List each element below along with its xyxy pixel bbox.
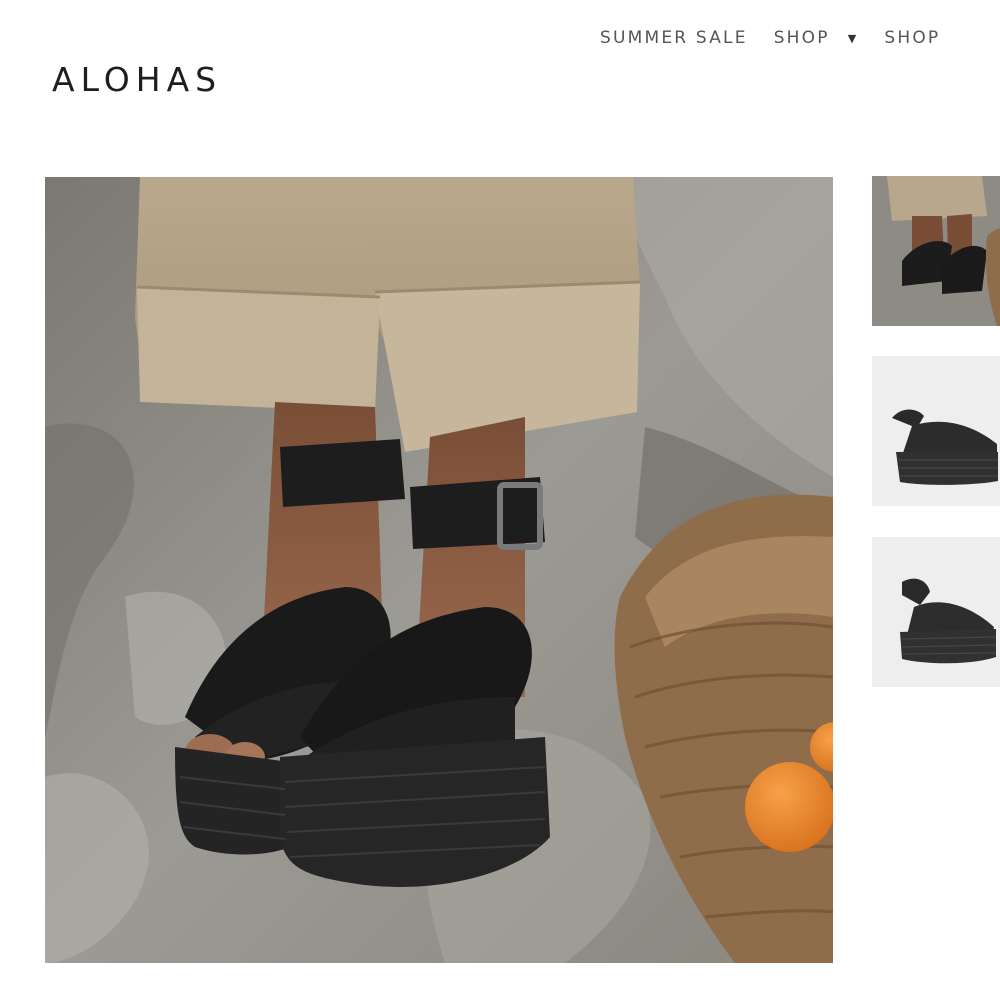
thumbnail-lifestyle[interactable] (872, 176, 1000, 326)
brand-logo[interactable]: ALOHAS (52, 60, 222, 99)
product-page: ALOHAS SUMMER SALE SHOP ▼ SHOP (0, 0, 1000, 1000)
caret-down-icon: ▼ (847, 31, 859, 45)
thumbnail-side-view[interactable] (872, 356, 1000, 506)
thumbnail-angle-view[interactable] (872, 537, 1000, 687)
main-product-image[interactable] (45, 177, 833, 963)
nav-shop-secondary[interactable]: SHOP (884, 28, 940, 48)
sandal-angle-view-thumbnail (872, 537, 1000, 687)
sandals-lifestyle-thumbnail (872, 176, 1000, 326)
nav-shop-label: SHOP (773, 28, 830, 48)
sandals-lifestyle-photo (45, 177, 833, 963)
nav-summer-sale[interactable]: SUMMER SALE (600, 28, 748, 48)
nav-shop[interactable]: SHOP ▼ (774, 28, 859, 48)
main-nav: SUMMER SALE SHOP ▼ SHOP (600, 28, 966, 48)
sandal-side-view-thumbnail (872, 356, 1000, 506)
